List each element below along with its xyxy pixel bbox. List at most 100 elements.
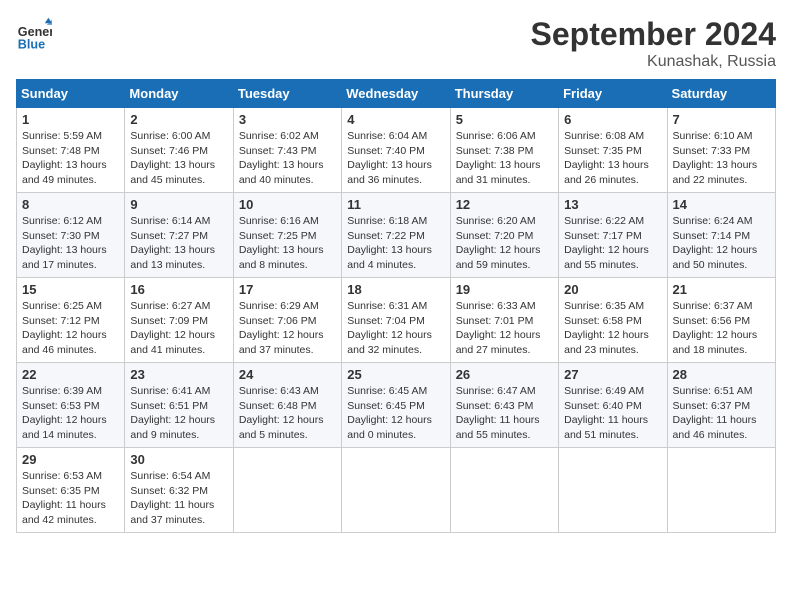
day-number: 22	[22, 367, 119, 382]
day-number: 15	[22, 282, 119, 297]
logo-icon: General Blue	[16, 16, 52, 52]
calendar-cell: 17 Sunrise: 6:29 AM Sunset: 7:06 PM Dayl…	[233, 278, 341, 363]
day-info: Sunrise: 6:31 AM Sunset: 7:04 PM Dayligh…	[347, 299, 444, 358]
calendar-cell: 19 Sunrise: 6:33 AM Sunset: 7:01 PM Dayl…	[450, 278, 558, 363]
day-info: Sunrise: 6:51 AM Sunset: 6:37 PM Dayligh…	[673, 384, 770, 443]
calendar-cell: 21 Sunrise: 6:37 AM Sunset: 6:56 PM Dayl…	[667, 278, 775, 363]
day-info: Sunrise: 6:39 AM Sunset: 6:53 PM Dayligh…	[22, 384, 119, 443]
day-info: Sunrise: 6:37 AM Sunset: 6:56 PM Dayligh…	[673, 299, 770, 358]
day-info: Sunrise: 5:59 AM Sunset: 7:48 PM Dayligh…	[22, 129, 119, 188]
col-sunday: Sunday	[17, 80, 125, 108]
day-info: Sunrise: 6:02 AM Sunset: 7:43 PM Dayligh…	[239, 129, 336, 188]
day-number: 14	[673, 197, 770, 212]
day-info: Sunrise: 6:20 AM Sunset: 7:20 PM Dayligh…	[456, 214, 553, 273]
calendar-cell: 10 Sunrise: 6:16 AM Sunset: 7:25 PM Dayl…	[233, 193, 341, 278]
calendar-row: 1 Sunrise: 5:59 AM Sunset: 7:48 PM Dayli…	[17, 108, 776, 193]
day-number: 7	[673, 112, 770, 127]
location: Kunashak, Russia	[531, 53, 776, 71]
day-info: Sunrise: 6:27 AM Sunset: 7:09 PM Dayligh…	[130, 299, 227, 358]
calendar-row: 22 Sunrise: 6:39 AM Sunset: 6:53 PM Dayl…	[17, 363, 776, 448]
header-row: Sunday Monday Tuesday Wednesday Thursday…	[17, 80, 776, 108]
day-info: Sunrise: 6:35 AM Sunset: 6:58 PM Dayligh…	[564, 299, 661, 358]
calendar-cell: 20 Sunrise: 6:35 AM Sunset: 6:58 PM Dayl…	[559, 278, 667, 363]
day-number: 25	[347, 367, 444, 382]
svg-text:Blue: Blue	[18, 37, 45, 51]
day-info: Sunrise: 6:18 AM Sunset: 7:22 PM Dayligh…	[347, 214, 444, 273]
day-info: Sunrise: 6:45 AM Sunset: 6:45 PM Dayligh…	[347, 384, 444, 443]
day-info: Sunrise: 6:24 AM Sunset: 7:14 PM Dayligh…	[673, 214, 770, 273]
day-info: Sunrise: 6:53 AM Sunset: 6:35 PM Dayligh…	[22, 469, 119, 528]
calendar-cell: 22 Sunrise: 6:39 AM Sunset: 6:53 PM Dayl…	[17, 363, 125, 448]
calendar-row: 29 Sunrise: 6:53 AM Sunset: 6:35 PM Dayl…	[17, 448, 776, 533]
day-info: Sunrise: 6:08 AM Sunset: 7:35 PM Dayligh…	[564, 129, 661, 188]
calendar-cell	[559, 448, 667, 533]
calendar-row: 15 Sunrise: 6:25 AM Sunset: 7:12 PM Dayl…	[17, 278, 776, 363]
calendar-cell: 3 Sunrise: 6:02 AM Sunset: 7:43 PM Dayli…	[233, 108, 341, 193]
calendar-cell: 25 Sunrise: 6:45 AM Sunset: 6:45 PM Dayl…	[342, 363, 450, 448]
day-number: 20	[564, 282, 661, 297]
day-number: 6	[564, 112, 661, 127]
calendar-cell: 11 Sunrise: 6:18 AM Sunset: 7:22 PM Dayl…	[342, 193, 450, 278]
day-number: 4	[347, 112, 444, 127]
calendar-cell: 23 Sunrise: 6:41 AM Sunset: 6:51 PM Dayl…	[125, 363, 233, 448]
day-number: 2	[130, 112, 227, 127]
day-info: Sunrise: 6:12 AM Sunset: 7:30 PM Dayligh…	[22, 214, 119, 273]
calendar-cell: 24 Sunrise: 6:43 AM Sunset: 6:48 PM Dayl…	[233, 363, 341, 448]
calendar-cell: 9 Sunrise: 6:14 AM Sunset: 7:27 PM Dayli…	[125, 193, 233, 278]
day-info: Sunrise: 6:04 AM Sunset: 7:40 PM Dayligh…	[347, 129, 444, 188]
day-number: 18	[347, 282, 444, 297]
day-info: Sunrise: 6:25 AM Sunset: 7:12 PM Dayligh…	[22, 299, 119, 358]
calendar-table: Sunday Monday Tuesday Wednesday Thursday…	[16, 79, 776, 533]
day-number: 10	[239, 197, 336, 212]
day-number: 13	[564, 197, 661, 212]
day-info: Sunrise: 6:41 AM Sunset: 6:51 PM Dayligh…	[130, 384, 227, 443]
col-friday: Friday	[559, 80, 667, 108]
page-header: General Blue September 2024 Kunashak, Ru…	[16, 16, 776, 71]
day-info: Sunrise: 6:47 AM Sunset: 6:43 PM Dayligh…	[456, 384, 553, 443]
calendar-cell	[667, 448, 775, 533]
col-monday: Monday	[125, 80, 233, 108]
month-title: September 2024	[531, 16, 776, 53]
title-block: September 2024 Kunashak, Russia	[531, 16, 776, 71]
day-number: 9	[130, 197, 227, 212]
day-number: 23	[130, 367, 227, 382]
day-number: 26	[456, 367, 553, 382]
day-number: 28	[673, 367, 770, 382]
col-wednesday: Wednesday	[342, 80, 450, 108]
calendar-cell: 6 Sunrise: 6:08 AM Sunset: 7:35 PM Dayli…	[559, 108, 667, 193]
day-number: 30	[130, 452, 227, 467]
day-info: Sunrise: 6:16 AM Sunset: 7:25 PM Dayligh…	[239, 214, 336, 273]
calendar-cell: 27 Sunrise: 6:49 AM Sunset: 6:40 PM Dayl…	[559, 363, 667, 448]
day-number: 19	[456, 282, 553, 297]
calendar-cell: 26 Sunrise: 6:47 AM Sunset: 6:43 PM Dayl…	[450, 363, 558, 448]
day-number: 24	[239, 367, 336, 382]
day-number: 16	[130, 282, 227, 297]
day-number: 17	[239, 282, 336, 297]
day-number: 5	[456, 112, 553, 127]
day-info: Sunrise: 6:06 AM Sunset: 7:38 PM Dayligh…	[456, 129, 553, 188]
calendar-cell: 4 Sunrise: 6:04 AM Sunset: 7:40 PM Dayli…	[342, 108, 450, 193]
day-number: 12	[456, 197, 553, 212]
calendar-cell: 29 Sunrise: 6:53 AM Sunset: 6:35 PM Dayl…	[17, 448, 125, 533]
day-info: Sunrise: 6:10 AM Sunset: 7:33 PM Dayligh…	[673, 129, 770, 188]
calendar-cell: 12 Sunrise: 6:20 AM Sunset: 7:20 PM Dayl…	[450, 193, 558, 278]
col-tuesday: Tuesday	[233, 80, 341, 108]
day-info: Sunrise: 6:43 AM Sunset: 6:48 PM Dayligh…	[239, 384, 336, 443]
day-info: Sunrise: 6:54 AM Sunset: 6:32 PM Dayligh…	[130, 469, 227, 528]
calendar-cell	[233, 448, 341, 533]
day-number: 3	[239, 112, 336, 127]
day-number: 8	[22, 197, 119, 212]
calendar-cell: 14 Sunrise: 6:24 AM Sunset: 7:14 PM Dayl…	[667, 193, 775, 278]
calendar-cell	[450, 448, 558, 533]
day-info: Sunrise: 6:22 AM Sunset: 7:17 PM Dayligh…	[564, 214, 661, 273]
day-info: Sunrise: 6:00 AM Sunset: 7:46 PM Dayligh…	[130, 129, 227, 188]
calendar-cell: 8 Sunrise: 6:12 AM Sunset: 7:30 PM Dayli…	[17, 193, 125, 278]
calendar-cell: 18 Sunrise: 6:31 AM Sunset: 7:04 PM Dayl…	[342, 278, 450, 363]
day-info: Sunrise: 6:49 AM Sunset: 6:40 PM Dayligh…	[564, 384, 661, 443]
day-number: 21	[673, 282, 770, 297]
calendar-cell: 2 Sunrise: 6:00 AM Sunset: 7:46 PM Dayli…	[125, 108, 233, 193]
calendar-cell: 16 Sunrise: 6:27 AM Sunset: 7:09 PM Dayl…	[125, 278, 233, 363]
day-info: Sunrise: 6:29 AM Sunset: 7:06 PM Dayligh…	[239, 299, 336, 358]
day-number: 29	[22, 452, 119, 467]
calendar-cell: 30 Sunrise: 6:54 AM Sunset: 6:32 PM Dayl…	[125, 448, 233, 533]
